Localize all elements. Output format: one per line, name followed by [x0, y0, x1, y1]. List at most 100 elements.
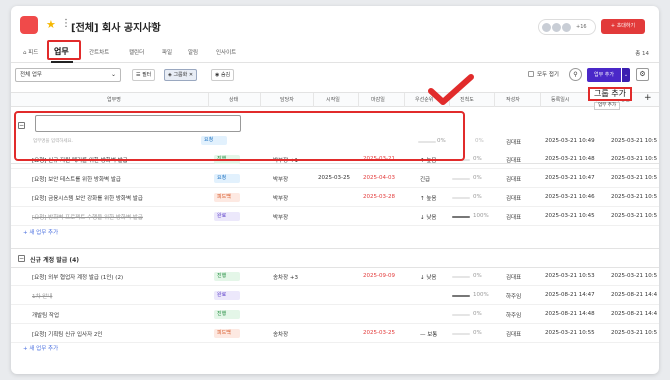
- fold-all-checkbox[interactable]: [528, 71, 534, 77]
- add-group-tooltip[interactable]: 그룹 추가: [588, 87, 632, 101]
- modified-cell: 2025-03-21 10:5: [611, 330, 658, 336]
- chevron-down-icon[interactable]: ⌄: [622, 68, 630, 82]
- task-name-cell[interactable]: [요청] 금융시스템 보안 강화를 위한 방화벽 발급: [32, 194, 143, 202]
- globe-icon: ◎: [149, 21, 156, 29]
- gear-icon[interactable]: ⚙: [636, 68, 649, 81]
- author-cell: 김대표: [506, 177, 522, 183]
- progress-fill: [452, 216, 470, 218]
- task-scope-select[interactable]: 전체 업무 ⌄: [15, 68, 121, 82]
- tab-files[interactable]: 파일: [162, 48, 172, 56]
- invite-button[interactable]: + 초대하기: [601, 19, 645, 34]
- status-badge[interactable]: 완료: [214, 212, 240, 221]
- col-divider: [404, 93, 405, 107]
- project-logo: [20, 16, 38, 34]
- filter-button[interactable]: ☰ 필터: [132, 69, 156, 81]
- priority-cell[interactable]: ↓ 낮음: [420, 213, 436, 221]
- col-header[interactable]: 업무명: [107, 96, 121, 103]
- col-header[interactable]: 상태: [229, 96, 238, 103]
- add-task-button[interactable]: 업무 추가: [587, 68, 621, 82]
- status-badge[interactable]: 요청: [214, 174, 240, 183]
- modified-cell: 2025-03-21 10:5: [611, 273, 658, 279]
- assignee-cell[interactable]: 박부장: [273, 194, 288, 202]
- tab-feed[interactable]: ⌂ 피드: [23, 48, 38, 56]
- created-cell: 2025-08-21 14:48: [545, 311, 595, 317]
- created-cell: 2025-03-21 10:47: [545, 175, 595, 181]
- due-date-cell[interactable]: 2025-03-28: [363, 194, 395, 200]
- tab-alerts[interactable]: 알림: [188, 48, 198, 56]
- group-button[interactable]: ◈ 그룹화 ✕: [164, 69, 198, 81]
- task-name-cell[interactable]: [요청] 방화벽 프로젝트 수행을 위한 방화벽 발급: [32, 213, 143, 221]
- col-header[interactable]: 등록일시: [551, 96, 569, 103]
- priority-cell[interactable]: ↓ 낮음: [420, 273, 436, 281]
- col-divider: [208, 93, 209, 107]
- table-row[interactable]: 1차 안내 완료 100% 하주임 2025-08-21 14:47 2025-08-21…: [11, 287, 659, 305]
- progress-value: 0%: [475, 138, 484, 144]
- priority-cell[interactable]: ↑ 높음: [420, 194, 436, 202]
- task-name-cell[interactable]: [요청] 외부 협업자 계정 발급 (1인) (2): [32, 273, 123, 281]
- status-badge[interactable]: 피드백: [214, 329, 240, 338]
- toolbar: 전체 업무 ⌄ ☰ 필터 ◈ 그룹화 ✕ ◉ 숨김 모두 접기 ⚲ 업무 추가 ⌄…: [11, 68, 659, 84]
- add-task-row[interactable]: + 새 업무 추가: [23, 228, 58, 236]
- assignee-cell[interactable]: 박부장: [273, 175, 288, 183]
- close-icon[interactable]: ✕: [187, 72, 193, 78]
- more-vert-icon[interactable]: ⋮: [61, 19, 71, 29]
- member-avatars[interactable]: +16: [538, 19, 596, 35]
- table-row[interactable]: [요청] 금융시스템 보안 강화를 위한 방화벽 발급 피드백 박부장 2025-03…: [11, 189, 659, 207]
- add-task-row[interactable]: + 새 업무 추가: [23, 344, 58, 352]
- progress-value: 0%: [473, 330, 482, 336]
- created-cell: 2025-08-21 14:47: [545, 292, 595, 298]
- modified-cell: 2025-03-21 10:5: [611, 175, 658, 181]
- collapse-icon[interactable]: −: [18, 255, 25, 262]
- status-badge[interactable]: 진행: [214, 272, 240, 281]
- avatar-more-count: +16: [576, 24, 587, 30]
- status-badge[interactable]: 완료: [214, 291, 240, 300]
- author-cell: 하주임: [506, 294, 522, 300]
- table-row[interactable]: 개발팀 작업 진행 0% 하주임 2025-08-21 14:48 2025-08-21 …: [11, 306, 659, 324]
- col-header[interactable]: 마감일: [371, 96, 385, 103]
- task-name-cell[interactable]: 개발팀 작업: [32, 311, 59, 319]
- due-date-cell[interactable]: 2025-03-25: [363, 330, 395, 336]
- status-badge[interactable]: 피드백: [214, 193, 240, 202]
- fold-all-label: 모두 접기: [537, 72, 559, 78]
- tab-insights[interactable]: 인사이트: [216, 48, 236, 56]
- col-header[interactable]: 시작일: [326, 96, 340, 103]
- start-date-cell[interactable]: 2025-03-25: [318, 175, 350, 181]
- table-row[interactable]: [요청] 보안 테스트를 위한 방화벽 발급 요청 박부장 2025-03-25 202…: [11, 170, 659, 188]
- assignee-cell[interactable]: 송차장 +3: [273, 273, 298, 281]
- modified-cell: 2025-03-21 10:5: [611, 194, 658, 200]
- task-name-cell[interactable]: 1차 안내: [32, 292, 52, 300]
- add-column-icon[interactable]: +: [644, 93, 652, 103]
- table-row[interactable]: [요청] 외부 협업자 계정 발급 (1인) (2) 진행 송차장 +3 2025-0…: [11, 268, 659, 286]
- add-task-menu-item[interactable]: 업무 추가: [594, 102, 620, 110]
- due-date-cell[interactable]: 2025-04-03: [363, 175, 395, 181]
- table-row[interactable]: [요청] 방화벽 프로젝트 수행을 위한 방화벽 발급 완료 박부장 ↓ 낮음 100%…: [11, 208, 659, 226]
- author-cell: 김대표: [506, 196, 522, 202]
- star-icon[interactable]: ★: [46, 19, 56, 30]
- progress-bar: [452, 295, 470, 297]
- filter-label: 필터: [142, 72, 152, 78]
- col-header[interactable]: 담당자: [280, 96, 294, 103]
- progress-value: 0%: [473, 311, 482, 317]
- status-badge[interactable]: 진행: [214, 310, 240, 319]
- assignee-cell[interactable]: 송차장: [273, 330, 288, 338]
- modified-cell: 2025-08-21 14:4: [611, 311, 658, 317]
- search-icon[interactable]: ⚲: [569, 68, 582, 81]
- tab-gantt[interactable]: 간트차트: [89, 48, 109, 56]
- tab-calendar[interactable]: 캘린더: [129, 48, 144, 56]
- checkmark-icon: [428, 74, 474, 105]
- progress-bar: [452, 197, 470, 199]
- task-name-cell[interactable]: [요청] 보안 테스트를 위한 방화벽 발급: [32, 175, 121, 183]
- modified-cell: 2025-03-21 10:5: [611, 156, 658, 162]
- due-date-cell[interactable]: 2025-09-09: [363, 273, 395, 279]
- total-count: 총 14: [635, 51, 649, 57]
- table-row[interactable]: [요청] 기획팀 신규 입사자 2인 피드백 송차장 2025-03-25 — 보통 0%…: [11, 325, 659, 343]
- col-header[interactable]: 작성자: [506, 96, 520, 103]
- hide-button[interactable]: ◉ 숨김: [211, 69, 235, 81]
- assignee-cell[interactable]: 박부장: [273, 213, 288, 221]
- author-cell: 하주임: [506, 313, 522, 319]
- tab-divider: [11, 62, 659, 63]
- priority-cell[interactable]: 긴급: [420, 175, 430, 183]
- priority-cell[interactable]: — 보통: [420, 330, 437, 338]
- task-name-cell[interactable]: [요청] 기획팀 신규 입사자 2인: [32, 330, 102, 338]
- col-divider: [313, 93, 314, 107]
